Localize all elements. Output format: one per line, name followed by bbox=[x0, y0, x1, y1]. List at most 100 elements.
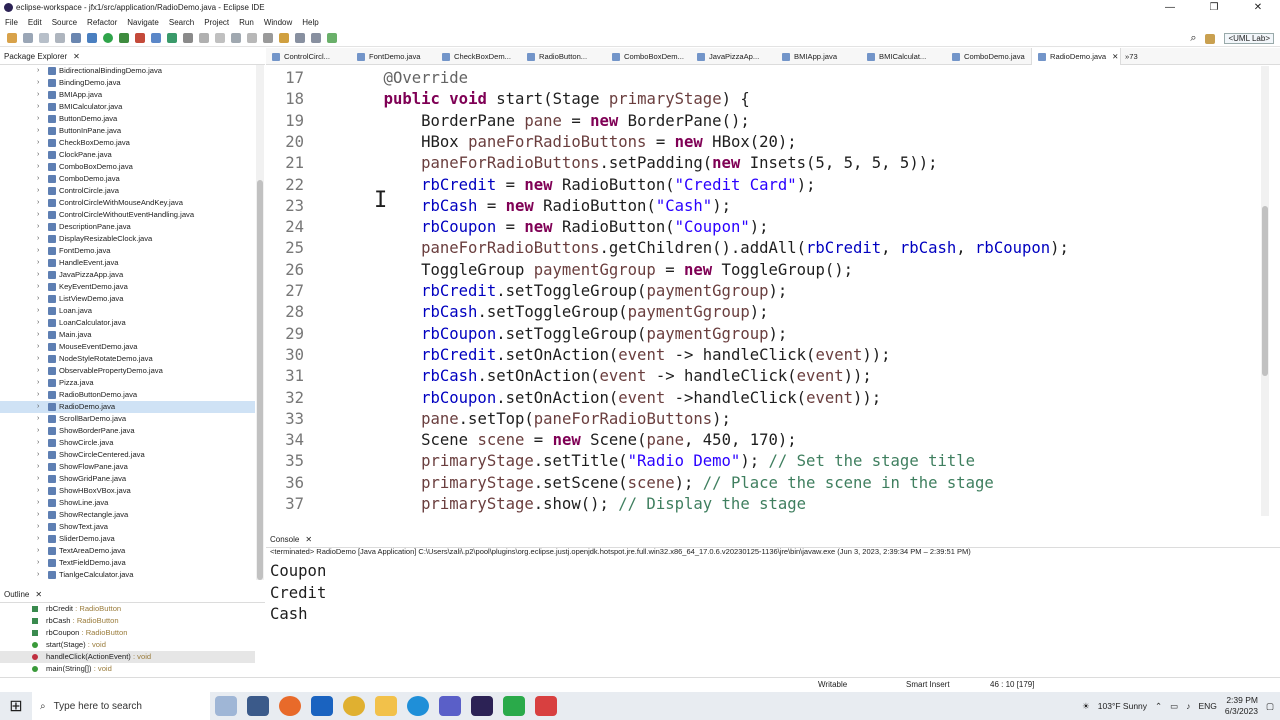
tree-item[interactable]: › RadioButtonDemo.java bbox=[0, 389, 255, 401]
scrollbar-thumb[interactable] bbox=[257, 180, 263, 580]
chrome-icon[interactable] bbox=[343, 696, 365, 716]
package-explorer-title[interactable]: Package Explorer bbox=[0, 52, 67, 61]
tree-item[interactable]: › BMICalculator.java bbox=[0, 101, 255, 113]
tree-item[interactable]: › BindingDemo.java bbox=[0, 77, 255, 89]
expand-arrow-icon[interactable]: › bbox=[37, 125, 39, 137]
tree-item[interactable]: › TextFieldDemo.java bbox=[0, 557, 255, 569]
editor-tab[interactable]: BMICalculat... bbox=[861, 48, 946, 65]
back-icon[interactable] bbox=[295, 33, 305, 43]
tree-item[interactable]: › DisplayResizableClock.java bbox=[0, 233, 255, 245]
task-view-icon[interactable] bbox=[215, 696, 237, 716]
edge-icon[interactable] bbox=[407, 696, 429, 716]
expand-arrow-icon[interactable]: › bbox=[37, 245, 39, 257]
expand-arrow-icon[interactable]: › bbox=[37, 209, 39, 221]
expand-arrow-icon[interactable]: › bbox=[37, 305, 39, 317]
expand-arrow-icon[interactable]: › bbox=[37, 89, 39, 101]
annotation-icon[interactable] bbox=[215, 33, 225, 43]
tree-item[interactable]: › ShowGridPane.java bbox=[0, 473, 255, 485]
expand-arrow-icon[interactable]: › bbox=[37, 557, 39, 569]
weather-text[interactable]: 103°F Sunny bbox=[1098, 701, 1147, 711]
notifications-icon[interactable]: ▢ bbox=[1266, 701, 1274, 712]
tree-item[interactable]: › ShowHBoxVBox.java bbox=[0, 485, 255, 497]
editor-tab[interactable]: ComboDemo.java bbox=[946, 48, 1031, 65]
menu-project[interactable]: Project bbox=[199, 18, 234, 27]
expand-arrow-icon[interactable]: › bbox=[37, 149, 39, 161]
outline-item[interactable]: rbCash : RadioButton bbox=[0, 615, 255, 627]
volume-icon[interactable]: ♪ bbox=[1186, 701, 1190, 711]
editor-tab[interactable]: ComboBoxDem... bbox=[606, 48, 691, 65]
expand-arrow-icon[interactable]: › bbox=[37, 173, 39, 185]
open-type-icon[interactable] bbox=[183, 33, 193, 43]
minimize-button[interactable]: — bbox=[1148, 0, 1192, 15]
tree-item[interactable]: › ShowBorderPane.java bbox=[0, 425, 255, 437]
tree-item[interactable]: › KeyEventDemo.java bbox=[0, 281, 255, 293]
new-package-icon[interactable] bbox=[151, 33, 161, 43]
expand-arrow-icon[interactable]: › bbox=[37, 569, 39, 580]
outline-item[interactable]: start(Stage) : void bbox=[0, 639, 255, 651]
tree-item[interactable]: › NodeStyleRotateDemo.java bbox=[0, 353, 255, 365]
expand-arrow-icon[interactable]: › bbox=[37, 389, 39, 401]
firefox-icon[interactable] bbox=[279, 696, 301, 716]
close-view-icon[interactable]: ✕ bbox=[305, 535, 312, 544]
debug-icon[interactable] bbox=[87, 33, 97, 43]
new-class-icon[interactable] bbox=[167, 33, 177, 43]
expand-arrow-icon[interactable]: › bbox=[37, 473, 39, 485]
file-explorer-icon[interactable] bbox=[375, 696, 397, 716]
tray-arrow-icon[interactable]: ⌃ bbox=[1155, 701, 1162, 712]
tree-item[interactable]: › ComboDemo.java bbox=[0, 173, 255, 185]
expand-arrow-icon[interactable]: › bbox=[37, 341, 39, 353]
tree-item[interactable]: › ShowCircleCentered.java bbox=[0, 449, 255, 461]
windows-start-icon[interactable]: ⊞ bbox=[0, 692, 32, 720]
run-icon[interactable] bbox=[103, 33, 113, 43]
recorder-icon[interactable] bbox=[535, 696, 557, 716]
menu-file[interactable]: File bbox=[0, 18, 23, 27]
menu-edit[interactable]: Edit bbox=[23, 18, 47, 27]
expand-arrow-icon[interactable]: › bbox=[37, 545, 39, 557]
expand-arrow-icon[interactable]: › bbox=[37, 401, 39, 413]
terminal-icon[interactable] bbox=[71, 33, 81, 43]
tree-item[interactable]: › ShowFlowPane.java bbox=[0, 461, 255, 473]
perspective-icon[interactable] bbox=[1205, 33, 1216, 44]
tree-item[interactable]: › BMIApp.java bbox=[0, 89, 255, 101]
search-icon[interactable]: ⌕ bbox=[1190, 32, 1196, 45]
tree-item[interactable]: › TianlgeCalculator.java bbox=[0, 569, 255, 580]
tree-item[interactable]: › ShowCircle.java bbox=[0, 437, 255, 449]
expand-arrow-icon[interactable]: › bbox=[37, 281, 39, 293]
tree-item[interactable]: › BidirectionalBindingDemo.java bbox=[0, 65, 255, 77]
print-icon[interactable] bbox=[55, 33, 65, 43]
package-explorer-scrollbar[interactable] bbox=[256, 65, 264, 580]
expand-arrow-icon[interactable]: › bbox=[37, 113, 39, 125]
expand-arrow-icon[interactable]: › bbox=[37, 269, 39, 281]
last-edit-icon[interactable] bbox=[279, 33, 289, 43]
tree-item[interactable]: › MouseEventDemo.java bbox=[0, 341, 255, 353]
menu-source[interactable]: Source bbox=[47, 18, 82, 27]
expand-arrow-icon[interactable]: › bbox=[37, 185, 39, 197]
search-tool-icon[interactable] bbox=[199, 33, 209, 43]
tree-item[interactable]: › ButtonInPane.java bbox=[0, 125, 255, 137]
expand-arrow-icon[interactable]: › bbox=[37, 377, 39, 389]
editor-scrollbar[interactable] bbox=[1261, 66, 1269, 516]
teams-icon[interactable] bbox=[439, 696, 461, 716]
outline-item[interactable]: rbCoupon : RadioButton bbox=[0, 627, 255, 639]
tree-item[interactable]: › FontDemo.java bbox=[0, 245, 255, 257]
expand-arrow-icon[interactable]: › bbox=[37, 77, 39, 89]
expand-arrow-icon[interactable]: › bbox=[37, 533, 39, 545]
tree-item[interactable]: › RadioDemo.java bbox=[0, 401, 255, 413]
scrollbar-thumb[interactable] bbox=[1262, 206, 1268, 376]
close-view-icon[interactable]: ✕ bbox=[35, 590, 42, 599]
editor-tab[interactable]: CheckBoxDem... bbox=[436, 48, 521, 65]
camtasia-icon[interactable] bbox=[503, 696, 525, 716]
outline-item[interactable]: handleClick(ActionEvent) : void bbox=[0, 651, 255, 663]
expand-arrow-icon[interactable]: › bbox=[37, 353, 39, 365]
expand-arrow-icon[interactable]: › bbox=[37, 257, 39, 269]
editor-tab[interactable]: »73 bbox=[1121, 48, 1161, 65]
console-output[interactable]: Coupon Credit Cash bbox=[270, 561, 326, 626]
expand-arrow-icon[interactable]: › bbox=[37, 197, 39, 209]
menu-search[interactable]: Search bbox=[164, 18, 199, 27]
maximize-button[interactable]: ❐ bbox=[1192, 0, 1236, 15]
tree-item[interactable]: › ShowRectangle.java bbox=[0, 509, 255, 521]
save-all-icon[interactable] bbox=[39, 33, 49, 43]
menu-window[interactable]: Window bbox=[259, 18, 297, 27]
expand-arrow-icon[interactable]: › bbox=[37, 161, 39, 173]
console-title[interactable]: Console bbox=[266, 535, 299, 544]
